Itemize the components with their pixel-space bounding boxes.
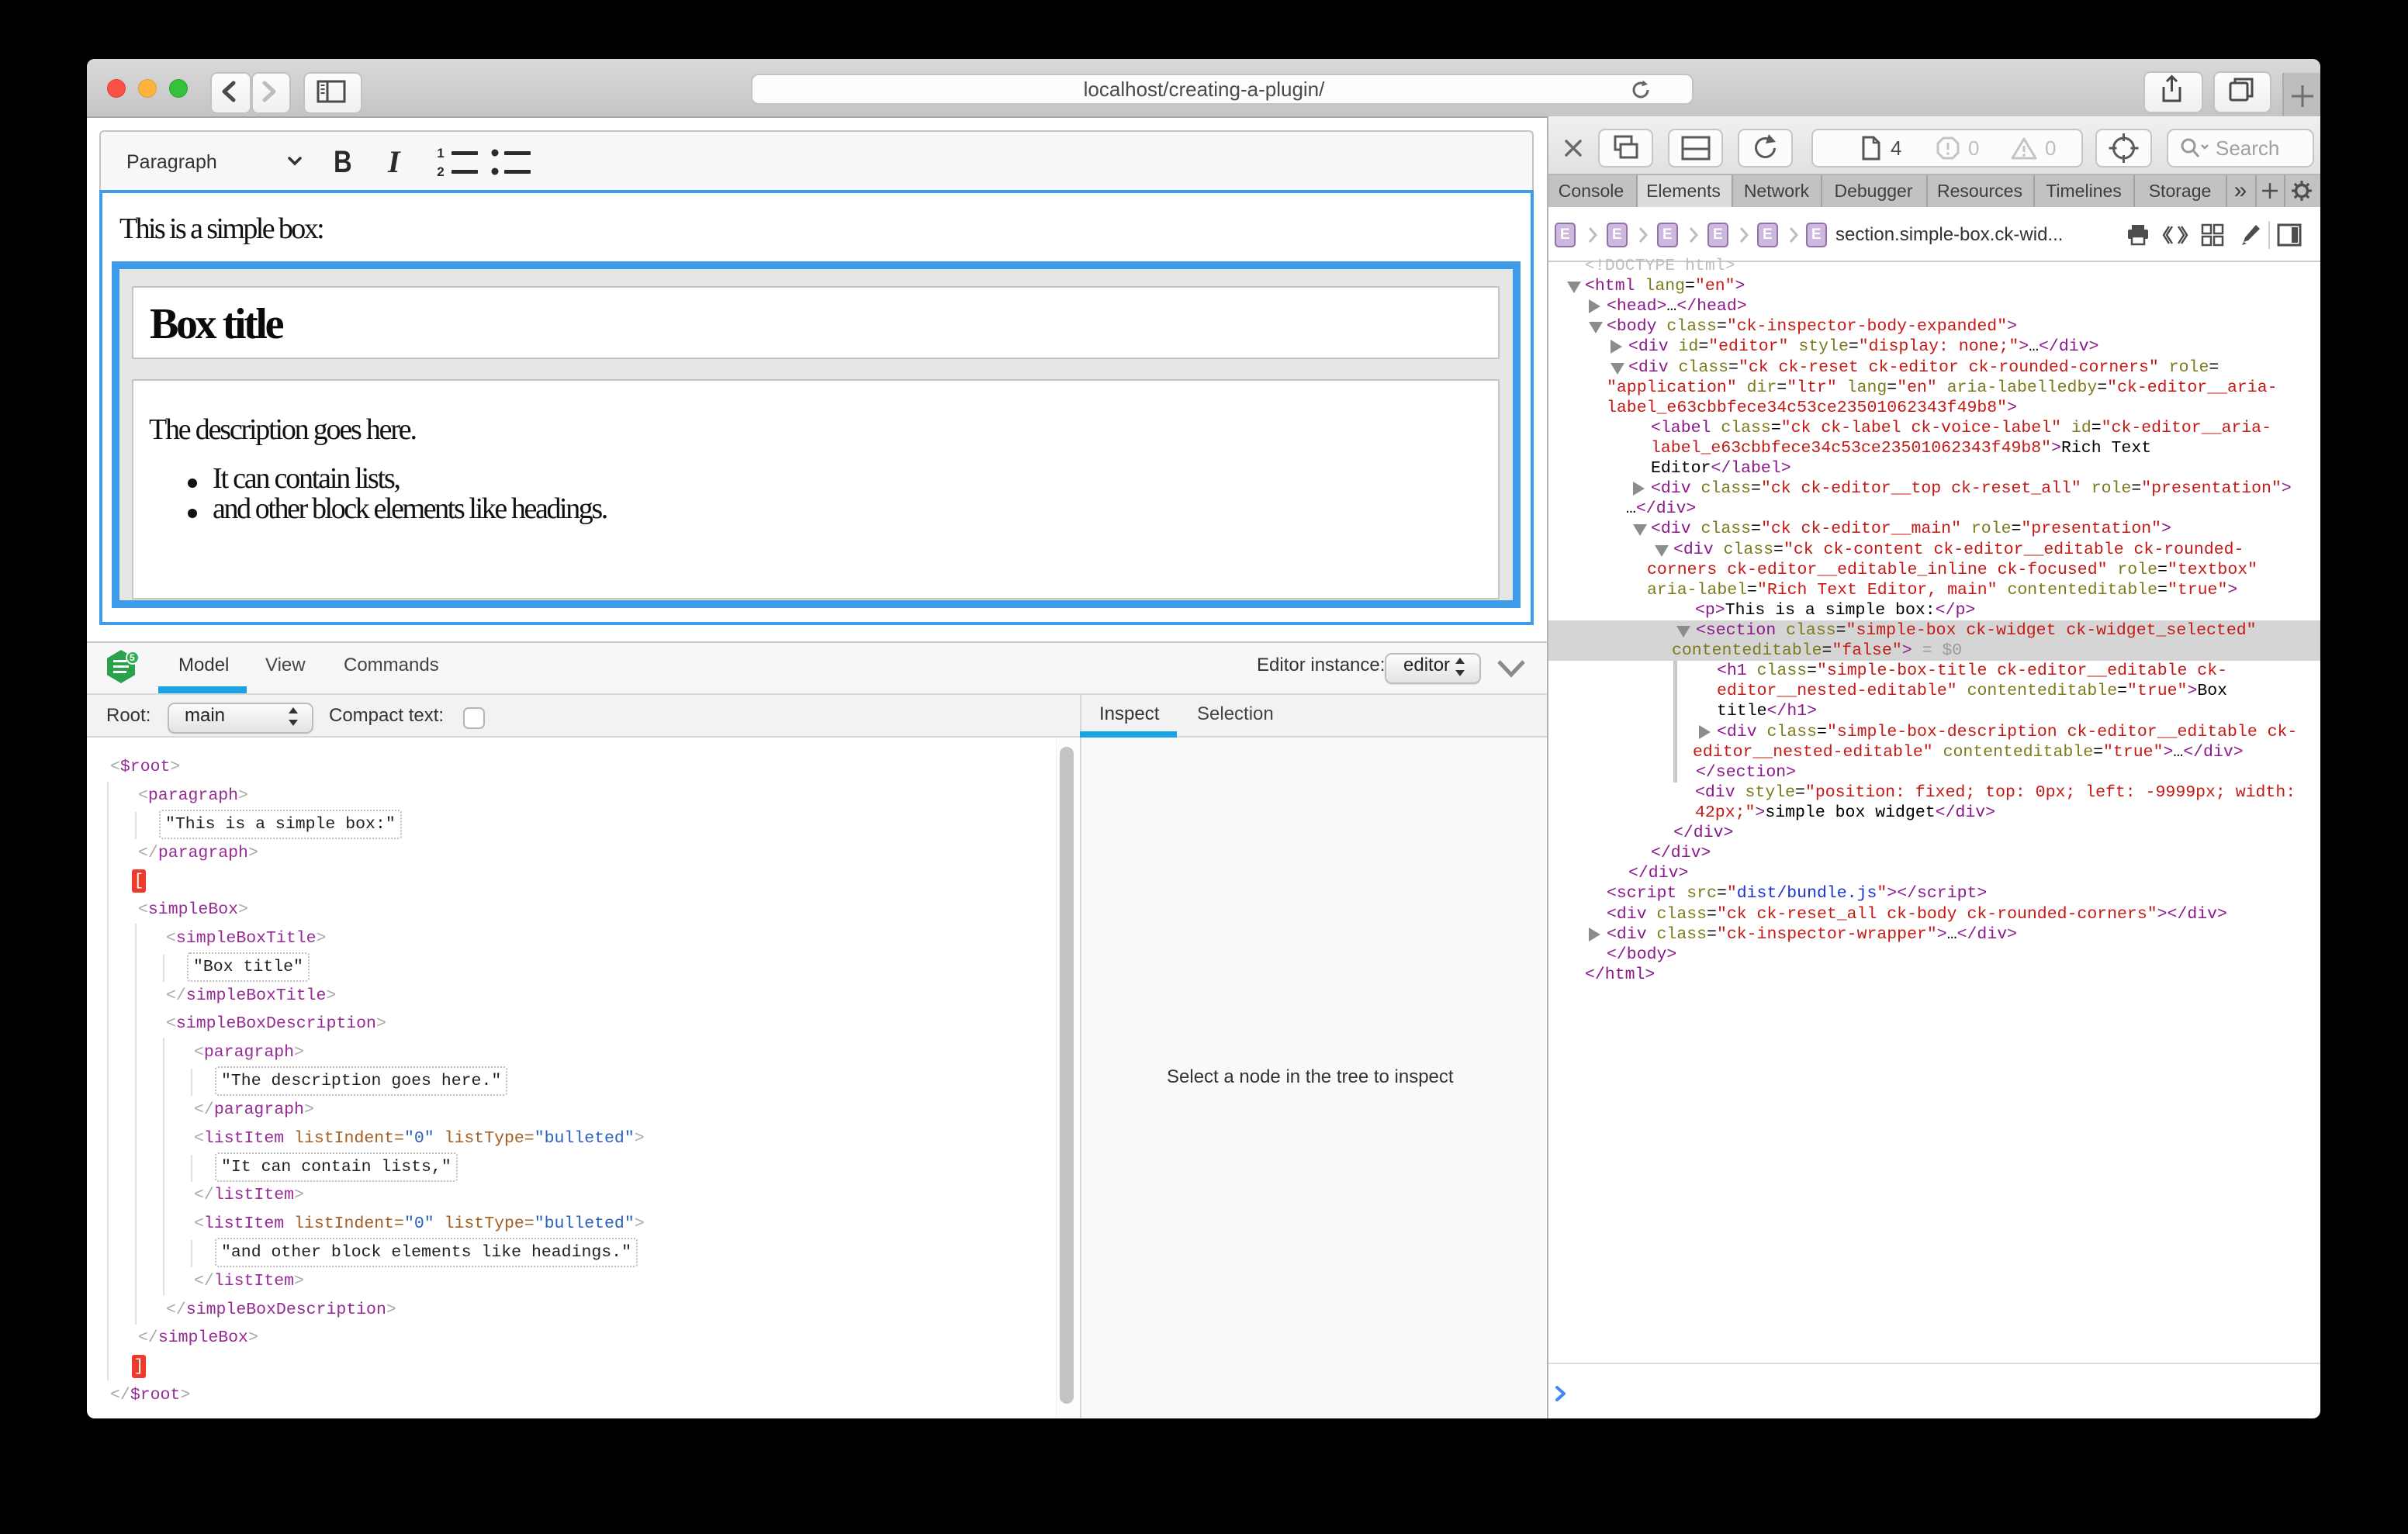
svg-text:1: 1 (437, 146, 444, 161)
svg-text:2: 2 (437, 164, 444, 179)
